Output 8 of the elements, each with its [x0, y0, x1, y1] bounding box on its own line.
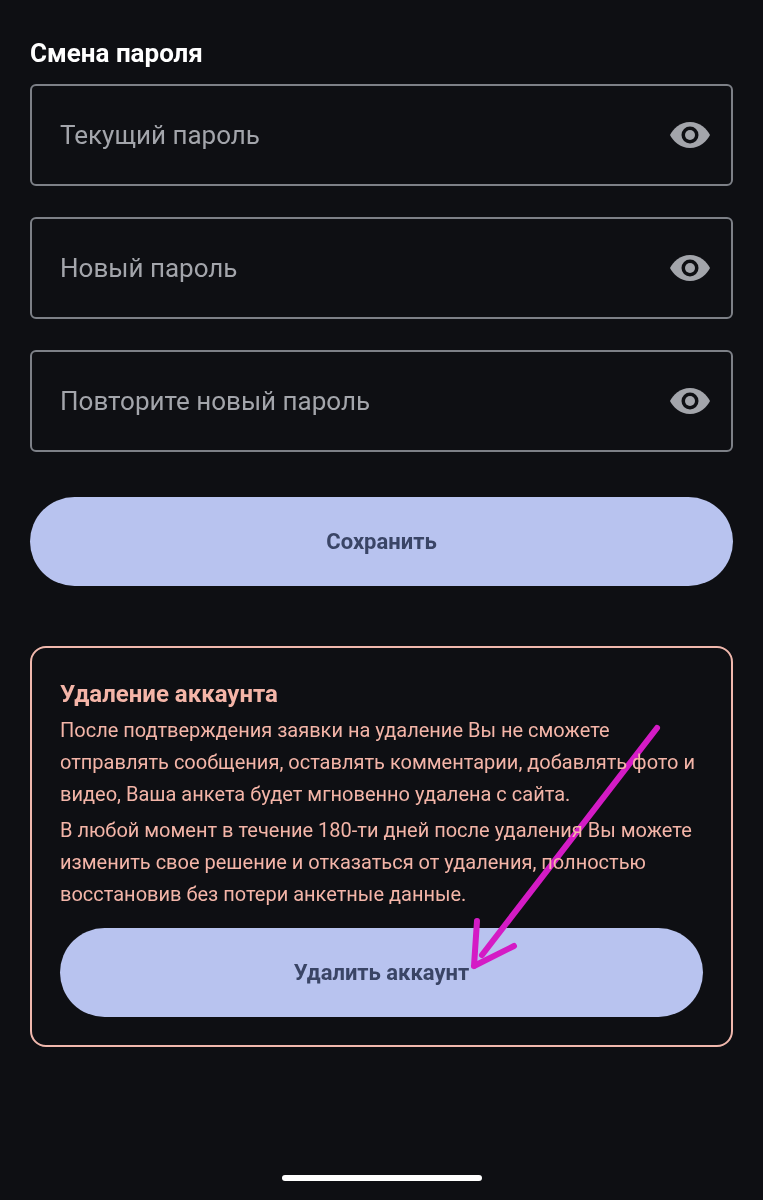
- save-button[interactable]: Сохранить: [30, 497, 733, 586]
- password-field[interactable]: Новый пароль: [30, 217, 733, 319]
- card-title: Удаление аккаунта: [60, 679, 278, 710]
- password-field[interactable]: Повторите новый пароль: [30, 350, 733, 452]
- section-title: Смена пароля: [30, 37, 203, 70]
- password-field[interactable]: Текущий пароль: [30, 84, 733, 186]
- warning-paragraph: После подтверждения заявки на удаление Вы не сможете отправлять сообщения, оставлять комментарии, добавлять фото и видео, Ваша анкета будет мгновенно удалена с сайта.: [60, 717, 696, 808]
- delete-account-button[interactable]: Удалить аккаунт: [60, 928, 703, 1017]
